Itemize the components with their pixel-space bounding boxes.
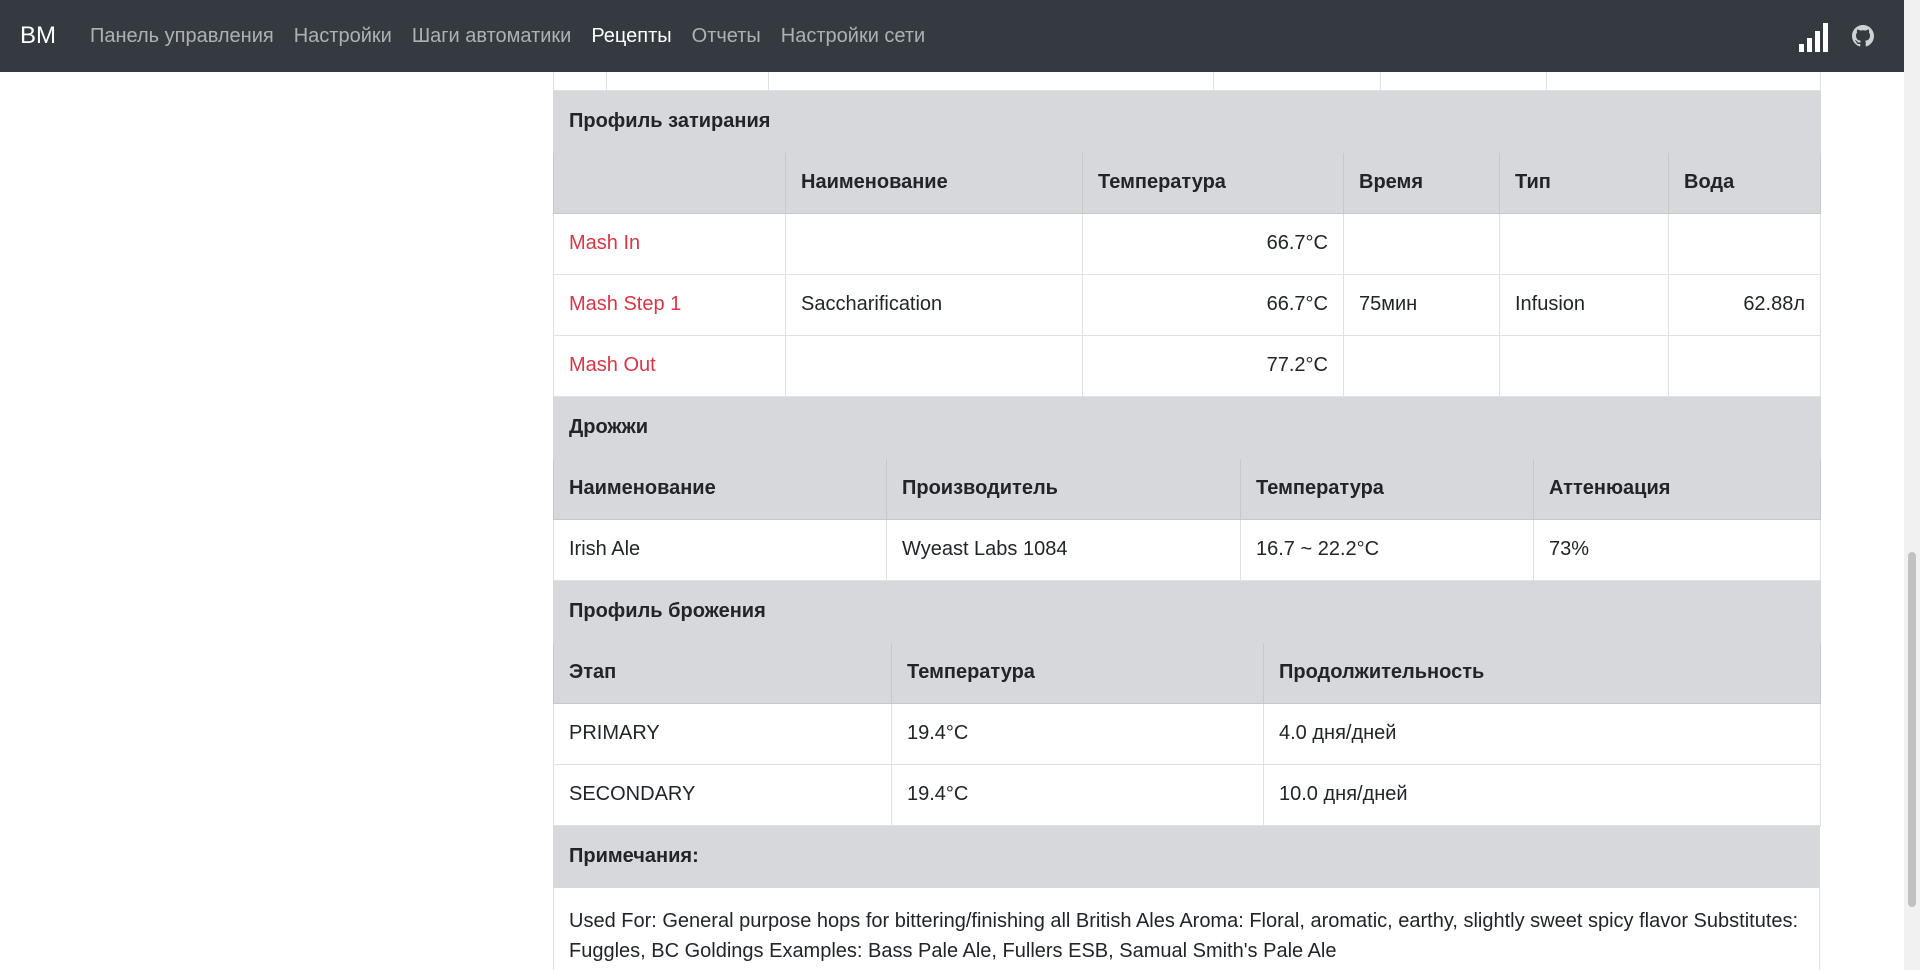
nav-item-automation-steps[interactable]: Шаги автоматики bbox=[412, 25, 572, 48]
section-title: Примечания: bbox=[553, 825, 1820, 888]
mash-step-temp: 66.7°C bbox=[1082, 273, 1344, 336]
table-cell bbox=[1213, 72, 1381, 91]
mash-step-water bbox=[1667, 334, 1822, 397]
mash-step-water: 62.88л bbox=[1667, 273, 1822, 336]
mash-step-link[interactable]: Mash Out bbox=[553, 334, 786, 397]
mash-step-link[interactable]: Mash Step 1 bbox=[553, 273, 786, 336]
notes-text: Used For: General purpose hops for bitte… bbox=[553, 886, 1820, 970]
column-header: Продолжительность bbox=[1262, 641, 1822, 704]
section-title: Профиль затирания bbox=[552, 90, 1822, 153]
mash-step-name bbox=[785, 334, 1083, 397]
scrollbar-thumb[interactable] bbox=[1908, 552, 1916, 907]
column-header: Наименование bbox=[553, 457, 887, 520]
column-header: Аттенюация bbox=[1532, 457, 1822, 520]
mash-step-time: 75мин bbox=[1343, 273, 1500, 336]
table-row: Irish Ale Wyeast Labs 1084 16.7 ~ 22.2°C… bbox=[553, 518, 1822, 581]
notes-title-row: Примечания: bbox=[553, 825, 1820, 888]
mash-step-name bbox=[785, 212, 1083, 275]
fermentation-title-row: Профиль брожения bbox=[552, 580, 1822, 643]
table-row bbox=[553, 72, 1821, 91]
column-header: Этап bbox=[553, 641, 892, 704]
fermentation-stage: PRIMARY bbox=[553, 702, 892, 765]
navbar: BM Панель управления Настройки Шаги авто… bbox=[0, 0, 1904, 72]
fermentation-table: Профиль брожения Этап Температура Продол… bbox=[552, 580, 1822, 826]
section-title: Дрожжи bbox=[552, 396, 1822, 459]
navbar-right bbox=[1799, 20, 1874, 52]
fermentation-temp: 19.4°C bbox=[891, 702, 1264, 765]
yeast-table: Дрожжи Наименование Производитель Темпер… bbox=[552, 396, 1822, 581]
fermentation-duration: 10.0 дня/дней bbox=[1262, 763, 1822, 826]
yeast-header-row: Наименование Производитель Температура А… bbox=[553, 457, 1822, 520]
yeast-attenuation: 73% bbox=[1532, 518, 1822, 581]
column-header: Производитель bbox=[886, 457, 1241, 520]
mash-step-time bbox=[1343, 212, 1500, 275]
nav-item-recipes[interactable]: Рецепты bbox=[591, 25, 671, 48]
yeast-name: Irish Ale bbox=[553, 518, 887, 581]
section-title: Профиль брожения bbox=[552, 580, 1822, 643]
column-header bbox=[553, 151, 786, 214]
fermentation-stage: SECONDARY bbox=[553, 763, 892, 826]
table-row: PRIMARY 19.4°C 4.0 дня/дней bbox=[553, 702, 1822, 765]
recipe-details: Профиль затирания Наименование Температу… bbox=[552, 72, 1822, 970]
notes-table: Примечания: Used For: General purpose ho… bbox=[553, 825, 1820, 970]
table-cell bbox=[553, 72, 607, 91]
table-cell bbox=[768, 72, 1214, 91]
mash-step-type bbox=[1499, 212, 1669, 275]
nav-item-dashboard[interactable]: Панель управления bbox=[90, 25, 274, 48]
vertical-scrollbar[interactable] bbox=[1904, 0, 1920, 970]
table-row: Mash Out 77.2°C bbox=[553, 334, 1822, 397]
column-header: Время bbox=[1343, 151, 1500, 214]
column-header: Наименование bbox=[785, 151, 1083, 214]
mash-step-temp: 77.2°C bbox=[1082, 334, 1344, 397]
notes-body-row: Used For: General purpose hops for bitte… bbox=[553, 886, 1820, 970]
mash-step-link[interactable]: Mash In bbox=[553, 212, 786, 275]
mash-header-row: Наименование Температура Время Тип Вода bbox=[553, 151, 1822, 214]
column-header: Вода bbox=[1667, 151, 1822, 214]
fermentation-duration: 4.0 дня/дней bbox=[1262, 702, 1822, 765]
mash-profile-table: Профиль затирания Наименование Температу… bbox=[552, 90, 1822, 397]
yeast-temp: 16.7 ~ 22.2°C bbox=[1240, 518, 1534, 581]
column-header: Температура bbox=[1240, 457, 1534, 520]
signal-icon[interactable] bbox=[1799, 20, 1828, 52]
column-header: Температура bbox=[891, 641, 1264, 704]
column-header: Тип bbox=[1499, 151, 1669, 214]
fermentation-temp: 19.4°C bbox=[891, 763, 1264, 826]
nav-item-settings[interactable]: Настройки bbox=[294, 25, 392, 48]
yeast-title-row: Дрожжи bbox=[552, 396, 1822, 459]
nav-item-network-settings[interactable]: Настройки сети bbox=[781, 25, 925, 48]
fermentation-header-row: Этап Температура Продолжительность bbox=[553, 641, 1822, 704]
mash-step-water bbox=[1667, 212, 1822, 275]
mash-profile-title-row: Профиль затирания bbox=[552, 90, 1822, 153]
table-row: Mash In 66.7°C bbox=[553, 212, 1822, 275]
mash-step-temp: 66.7°C bbox=[1082, 212, 1344, 275]
mash-step-type bbox=[1499, 334, 1669, 397]
mash-step-time bbox=[1343, 334, 1500, 397]
github-icon[interactable] bbox=[1852, 25, 1874, 47]
table-cell bbox=[1546, 72, 1821, 91]
previous-table-tail bbox=[553, 72, 1821, 91]
mash-step-name: Saccharification bbox=[785, 273, 1083, 336]
table-cell bbox=[1380, 72, 1547, 91]
yeast-lab: Wyeast Labs 1084 bbox=[886, 518, 1241, 581]
table-row: SECONDARY 19.4°C 10.0 дня/дней bbox=[553, 763, 1822, 826]
mash-step-type: Infusion bbox=[1499, 273, 1669, 336]
table-row: Mash Step 1 Saccharification 66.7°C 75ми… bbox=[553, 273, 1822, 336]
brand-logo[interactable]: BM bbox=[20, 22, 56, 50]
table-cell bbox=[606, 72, 769, 91]
column-header: Температура bbox=[1082, 151, 1344, 214]
nav-item-reports[interactable]: Отчеты bbox=[692, 25, 761, 48]
